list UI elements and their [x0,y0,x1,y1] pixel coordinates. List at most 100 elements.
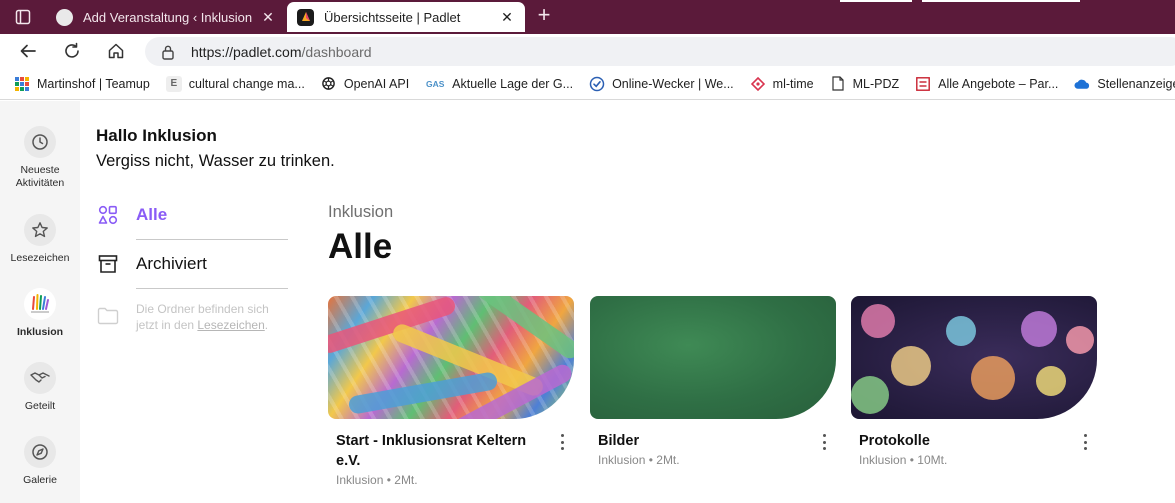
tab-title: Add Veranstaltung ‹ Inklusionsrat [83,9,252,25]
more-options-icon[interactable] [818,432,830,452]
url-path: /dashboard [301,43,372,60]
form-icon [915,76,931,92]
card-thumbnail[interactable] [590,296,836,419]
bookmark-alle-angebote[interactable]: Alle Angebote – Par... [915,76,1058,92]
thumbnail-decoration [861,304,895,338]
tab-strip-highlight [840,0,912,2]
card-age: 2Mt. [394,473,418,487]
bookmark-stellenanzeigen[interactable]: Stellenanzeigen gG... [1074,76,1175,92]
card-thumbnail[interactable] [328,296,574,419]
bookmark-label: Online-Wecker | We... [612,76,734,91]
divider [136,288,288,289]
rail-item-label: Neueste Aktivitäten [15,164,65,189]
clock-icon [24,126,56,158]
folders-moved-hint: Die Ordner befinden sich jetzt in den Le… [136,301,286,333]
shapes-icon [96,203,120,227]
greeting-title: Hallo Inklusion [96,126,217,145]
rail-item-label: Galerie [23,474,57,486]
handshake-icon [24,362,56,394]
divider [136,239,288,240]
lock-icon[interactable] [161,44,179,60]
rail-item-label: Inklusion [16,326,64,338]
rail-item-gallery[interactable]: Galerie [0,436,80,487]
openai-icon [321,76,337,92]
card-owner: Inklusion [859,453,907,467]
grid-icon [14,76,30,92]
rail-item-recent[interactable]: Neueste Aktivitäten [0,126,80,190]
new-tab-button[interactable]: + [533,4,555,27]
greeting-subtitle: Vergiss nicht, Wasser zu trinken. [96,152,335,170]
card-meta: Inklusion • 2Mt. [328,473,574,487]
bookmark-ml-time[interactable]: ml-time [750,76,814,92]
clock-check-icon [589,76,605,92]
thumbnail-decoration [473,296,574,362]
padlet-card[interactable]: Bilder Inklusion • 2Mt. [590,296,836,467]
tab-actions-icon[interactable] [8,6,38,28]
card-meta: Inklusion • 10Mt. [851,453,1097,467]
tab-title: Übersichtsseite | Padlet [324,9,461,25]
rail-item-label: Geteilt [24,400,56,412]
card-title[interactable]: Protokolle [851,431,1097,451]
card-title[interactable]: Start - Inklusionsrat Keltern e.V. [328,431,574,471]
browser-tab-bar: Add Veranstaltung ‹ Inklusionsrat ✕ Über… [0,0,1175,34]
reload-button[interactable] [59,39,85,63]
bookmark-label: cultural change ma... [188,76,305,91]
bookmark-label: Alle Angebote – Par... [938,76,1059,91]
bookmark-label: Martinshof | Teamup [37,76,150,91]
bookmark-ml-pdz[interactable]: ML-PDZ [830,76,900,92]
close-tab-icon[interactable]: ✕ [260,9,276,26]
arrow-left-icon [20,44,36,58]
folder-nav-archived[interactable]: Archiviert [96,252,288,276]
more-options-icon[interactable] [556,432,568,452]
home-button[interactable] [103,39,129,63]
card-thumbnail[interactable] [851,296,1097,419]
padlet-card[interactable]: Start - Inklusionsrat Keltern e.V. Inklu… [328,296,574,487]
gas-icon: GAS [425,78,445,89]
folder-nav-label: Archiviert [136,254,207,273]
tab-add-veranstaltung[interactable]: Add Veranstaltung ‹ Inklusionsrat ✕ [46,2,286,32]
thumbnail-decoration [1021,311,1057,347]
star-icon [24,214,56,246]
bookmarks-bar: Martinshof | Teamup E cultural change ma… [0,68,1175,100]
bookmark-label: OpenAI API [343,76,410,91]
rail-item-shared[interactable]: Geteilt [0,362,80,413]
url-field[interactable]: https://padlet.com/dashboard [145,37,1175,66]
breadcrumb[interactable]: Inklusion [328,203,393,222]
folder-nav-all[interactable]: Alle [96,203,288,227]
more-options-icon[interactable] [1079,432,1091,452]
archive-box-icon [96,252,120,276]
cloud-icon [1074,76,1090,92]
meta-separator: • [386,473,391,487]
url-host: https://padlet.com [191,43,302,60]
bookmark-openai-api[interactable]: OpenAI API [321,76,409,92]
compass-icon [24,436,56,468]
rail-item-inklusion[interactable]: Inklusion [0,288,80,339]
bookmark-label: ml-time [772,76,814,91]
bookmark-online-wecker[interactable]: Online-Wecker | We... [589,76,734,92]
target-icon [750,76,766,92]
tab-strip-highlight [922,0,1080,2]
bookmark-label: Stellenanzeigen gG... [1097,76,1175,91]
rail-item-label: Lesezeichen [10,252,70,264]
bookmark-martinshof[interactable]: Martinshof | Teamup [14,76,150,92]
card-title[interactable]: Bilder [590,431,836,451]
reload-icon [65,42,79,58]
thumbnail-decoration [891,346,931,386]
close-tab-icon[interactable]: ✕ [499,9,515,26]
padlet-favicon-icon [297,8,314,26]
padlet-card[interactable]: Protokolle Inklusion • 10Mt. [851,296,1097,467]
tab-padlet-overview[interactable]: Übersichtsseite | Padlet ✕ [287,2,525,32]
bookmark-label: ML-PDZ [852,76,900,91]
card-owner: Inklusion [598,453,646,467]
rail-item-bookmarks[interactable]: Lesezeichen [0,214,80,265]
bookmarks-link[interactable]: Lesezeichen [197,318,264,332]
card-age: 2Mt. [656,453,680,467]
card-meta: Inklusion • 2Mt. [590,453,836,467]
bookmark-cultural-change[interactable]: E cultural change ma... [165,75,305,92]
bookmark-aktuelle-lage[interactable]: GAS Aktuelle Lage der G... [425,76,573,92]
page-title: Alle [328,227,393,266]
back-button[interactable] [15,39,41,63]
folder-nav-label: Alle [136,205,168,224]
inklusion-logo-icon [24,288,56,320]
hint-end: . [264,318,269,332]
